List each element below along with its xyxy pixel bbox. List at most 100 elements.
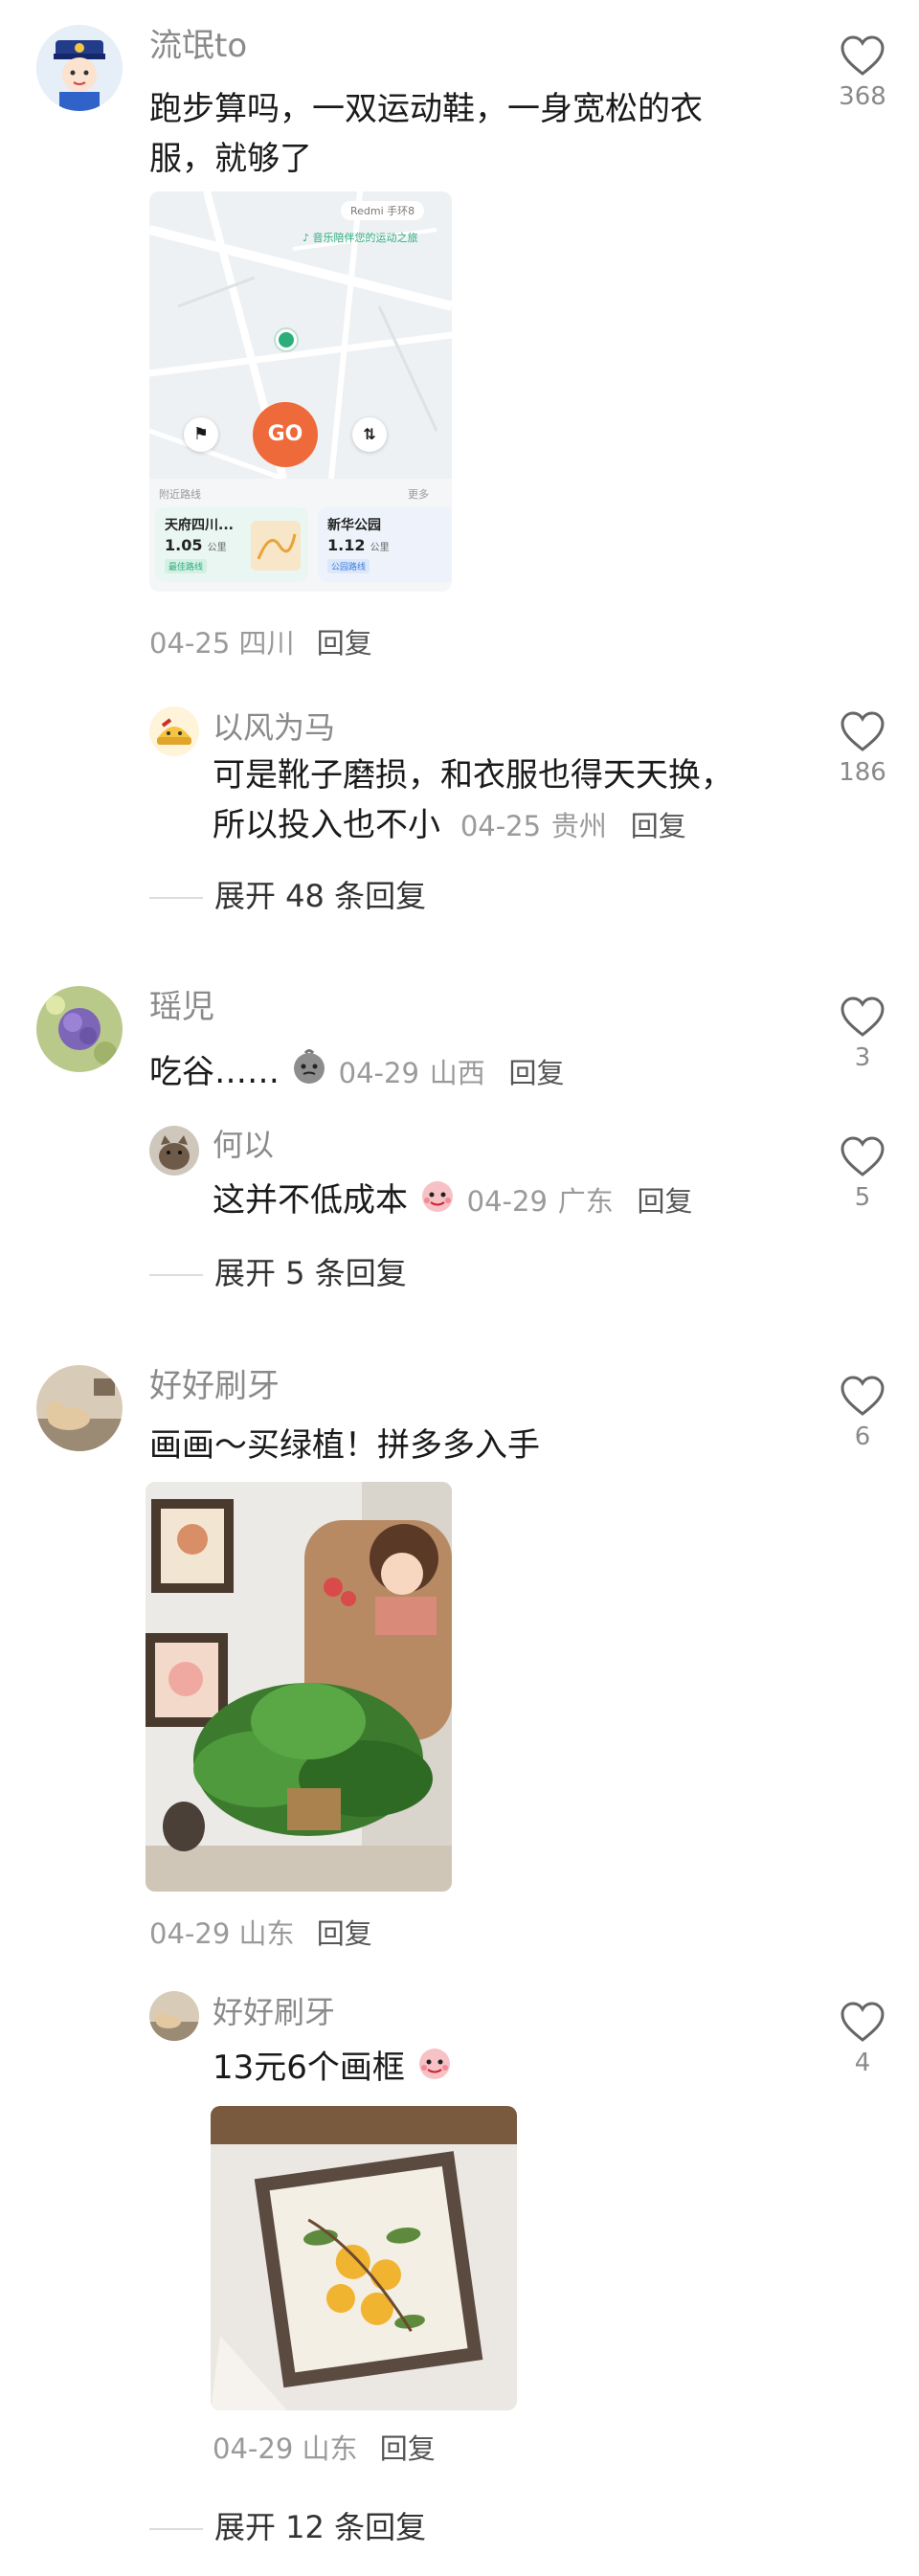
reply-text-tail: 所以投入也不小 [213,806,440,844]
reply-text-line: 所以投入也不小 04-25 贵州 回复 [213,800,806,851]
music-icon: ♪ [303,232,313,244]
map-screenshot-image[interactable]: Redmi 手环8 ♪ 音乐陪伴您的运动之旅 ⚑ GO ⇅ 附近路线 更多 天府… [149,191,452,592]
reply-button[interactable]: 回复 [638,1185,693,1218]
reply-text: 可是靴子磨损，和衣服也得天天换， 所以投入也不小 04-25 贵州 回复 [213,750,806,851]
reply-text-body: 这并不低成本 [213,1181,408,1220]
go-button[interactable]: GO [253,402,318,467]
route-tag: 最佳路线 [165,559,208,573]
sticker-emoji [290,1047,328,1100]
expand-replies-button[interactable]: 展开 12 条回复 [149,2508,426,2546]
heart-outline-icon [841,711,885,751]
reply-button[interactable]: 回复 [380,2432,436,2465]
more-routes-link[interactable]: 更多 [408,486,429,502]
music-banner: ♪ 音乐陪伴您的运动之旅 [303,230,418,245]
like-button[interactable]: 5 [829,1135,896,1212]
comment-username[interactable]: 流氓to [149,27,247,65]
reply-button[interactable]: 回复 [317,1917,372,1950]
like-button[interactable]: 368 [829,34,896,111]
reply-username[interactable]: 何以 [213,1126,274,1164]
route-button[interactable]: ⇅ [352,417,387,452]
like-count: 368 [839,82,886,111]
nearby-routes-label: 附近路线 [159,488,201,501]
route-distance-unit: 公里 [207,543,227,553]
like-count: 5 [854,1183,871,1212]
reply-region: 广东 [557,1185,614,1218]
comment-text: 画画～买绿植！拼多多入手 [149,1426,540,1465]
heart-outline-icon [841,2002,885,2042]
like-button[interactable]: 186 [829,710,896,787]
picture-frame-photo-image[interactable] [211,2106,517,2410]
comment-meta: 04-25 四川 回复 [149,624,372,662]
comment-region: 山西 [429,1057,485,1089]
avatar[interactable] [36,1365,123,1451]
like-count: 186 [839,758,886,787]
avatar[interactable] [149,706,199,756]
comment-meta: 04-29 山东 回复 [149,1915,372,1953]
flag-button[interactable]: ⚑ [184,417,218,452]
frame-photo-art [211,2106,517,2410]
like-button[interactable]: 3 [829,996,896,1072]
reply-meta: 04-29 山东 回复 [213,2430,436,2468]
avatar[interactable] [149,1126,199,1176]
reply-text: 13元6个画框 [213,2043,454,2095]
expand-replies-button[interactable]: 展开 48 条回复 [149,877,426,915]
music-banner-text: 音乐陪伴您的运动之旅 [312,232,418,244]
comment-date: 04-25 [149,627,231,660]
location-dot-icon [276,329,297,350]
like-count: 4 [854,2049,871,2077]
heart-outline-icon [841,35,885,76]
avatar[interactable] [36,986,123,1072]
reply-region: 山东 [302,2432,358,2465]
reply-date: 04-25 [460,810,542,842]
divider-dash [149,897,203,899]
comment-text-body: 吃谷…… [149,1053,280,1091]
reply-text: 这并不低成本 04-29 广东 回复 [213,1176,693,1228]
reply-username[interactable]: 好好刷牙 [213,1993,335,2031]
reply-date: 04-29 [466,1185,548,1218]
route-distance: 1.12 公里 [327,536,390,554]
route-card[interactable]: 新华公园 1.12 公里 公园路线 [318,507,452,582]
comment-date: 04-29 [149,1917,231,1950]
reply-button[interactable]: 回复 [631,810,686,842]
comment-username[interactable]: 瑶児 [149,988,214,1026]
route-distance-value: 1.05 [165,536,203,554]
route-card[interactable]: 天府四川... 1.05 公里 最佳路线 [155,507,308,582]
route-thumbnail [251,521,301,571]
route-tag: 公园路线 [327,559,370,573]
route-distance-unit: 公里 [370,543,390,553]
reply-username[interactable]: 以风为马 [213,708,335,747]
plant-photo-art [146,1482,452,1892]
reply-button[interactable]: 回复 [317,627,372,660]
reply-region: 贵州 [550,810,607,842]
comment-region: 山东 [238,1917,295,1950]
flag-icon: ⚑ [192,424,210,444]
comment-text: 吃谷…… 04-29 山西 回复 [149,1047,565,1100]
route-distance: 1.05 公里 [165,536,227,554]
comment-username[interactable]: 好好刷牙 [149,1367,280,1405]
route-distance-value: 1.12 [327,536,366,554]
avatar[interactable] [149,1991,199,2041]
expand-replies-label: 展开 48 条回复 [214,878,427,914]
plant-photo-image[interactable] [146,1482,452,1892]
divider-dash [149,1274,203,1276]
route-name: 新华公园 [327,518,381,533]
expand-replies-button[interactable]: 展开 5 条回复 [149,1254,407,1292]
like-count: 6 [854,1422,871,1451]
comment-text: 跑步算吗，一双运动鞋，一身宽松的衣服，就够了 [149,90,703,178]
expand-replies-label: 展开 12 条回复 [214,2509,427,2545]
heart-outline-icon [841,1376,885,1416]
sticker-emoji [415,2043,454,2095]
reply-button[interactable]: 回复 [509,1057,565,1089]
device-badge: Redmi 手环8 [341,201,425,220]
expand-replies-label: 展开 5 条回复 [214,1255,407,1291]
like-button[interactable]: 4 [829,2001,896,2077]
like-button[interactable]: 6 [829,1375,896,1451]
reply-date: 04-29 [213,2432,294,2465]
route-icon: ⇅ [363,425,376,443]
device-name: Redmi 手环8 [350,205,415,217]
avatar[interactable] [36,25,123,111]
reply-text-line: 可是靴子磨损，和衣服也得天天换， [213,756,733,795]
comment-region: 四川 [238,627,295,660]
sticker-emoji [418,1176,457,1228]
comment-date: 04-29 [338,1057,419,1089]
